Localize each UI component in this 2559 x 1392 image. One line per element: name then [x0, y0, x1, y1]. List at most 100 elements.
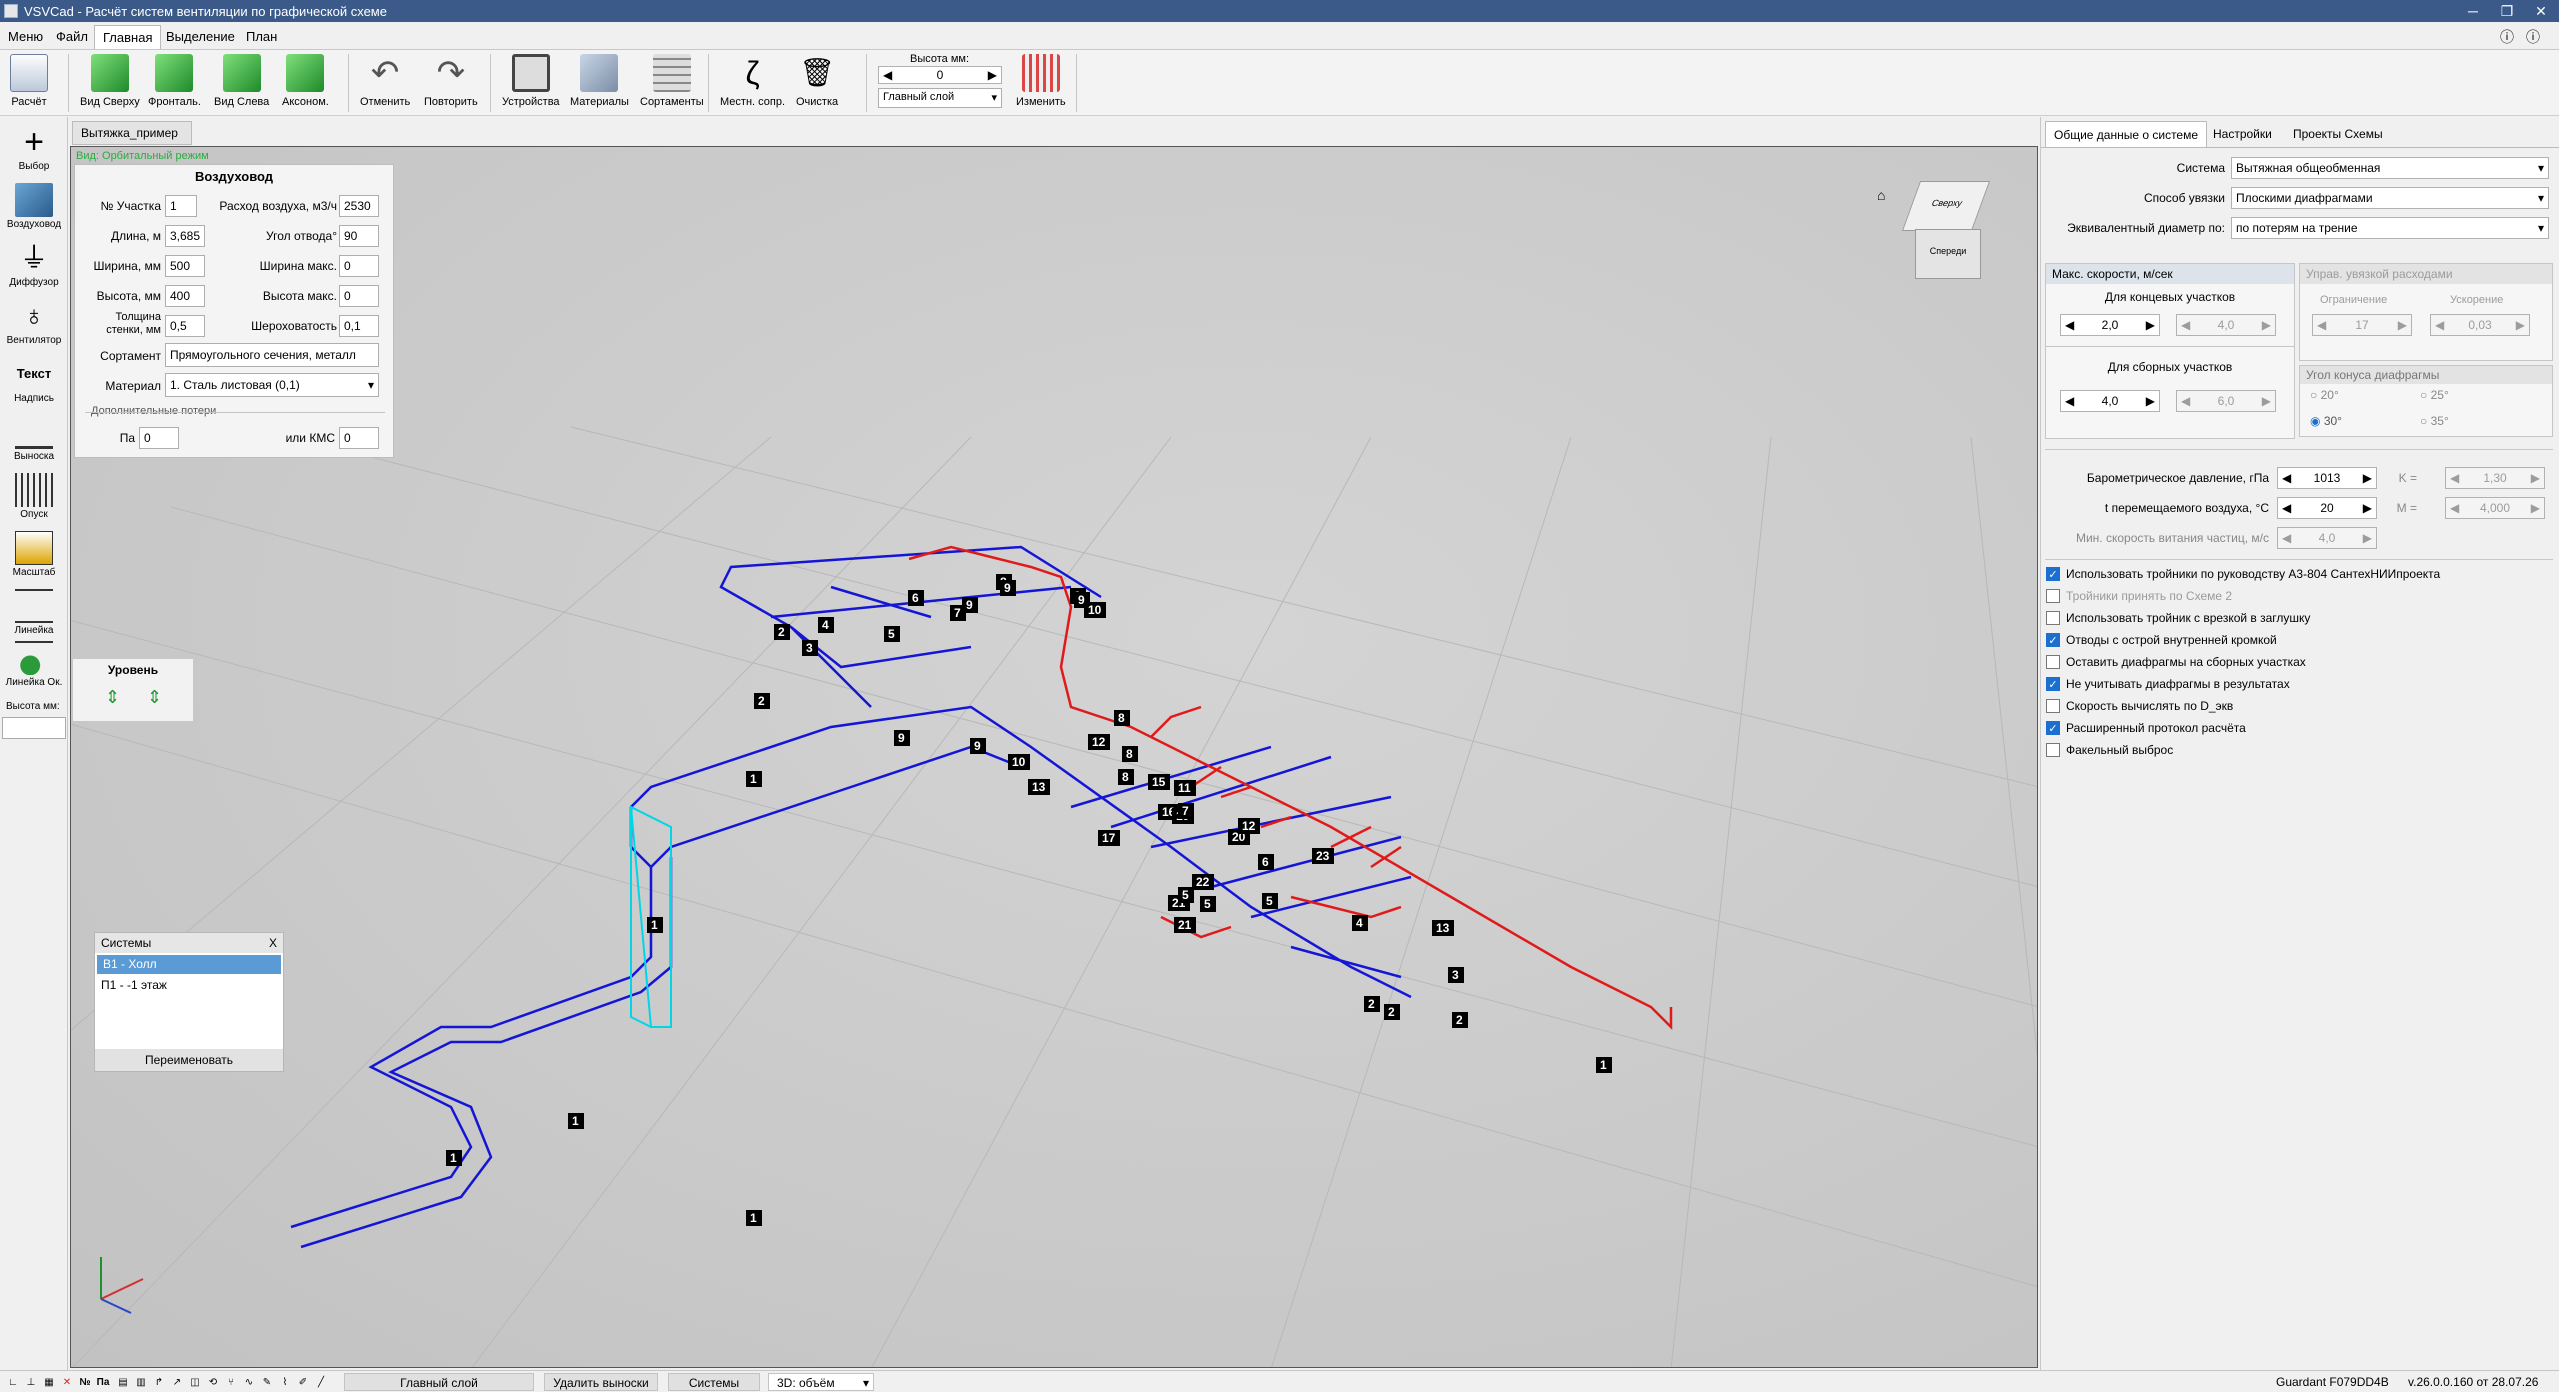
sortaments-button[interactable]: Сортаменты [640, 54, 704, 114]
home-icon[interactable]: ⌂ [1877, 187, 1895, 205]
info-icon[interactable]: ⓘ [2500, 27, 2514, 47]
baro-stepper[interactable]: ◀ 1013 ▶ [2277, 467, 2377, 489]
option-checkbox[interactable]: ✓ Использовать тройники по руководству А3… [2046, 567, 2440, 581]
height-input[interactable]: 400 [165, 285, 205, 307]
red-duct-system[interactable] [908, 545, 1673, 1031]
height-max-input[interactable]: 0 [339, 285, 379, 307]
tool-fan[interactable]: ♁ Вентилятор [0, 299, 68, 346]
tab-projects[interactable]: Проекты Схемы [2285, 121, 2391, 147]
ortho-icon[interactable]: ∟ [6, 1375, 20, 1389]
min-velocity-stepper[interactable]: ◀ 4,0 ▶ [2277, 527, 2377, 549]
delete-icon[interactable]: ✕ [60, 1375, 74, 1389]
arrow-left-icon[interactable]: ◀ [2450, 471, 2459, 485]
wall-input[interactable]: 0,5 [165, 315, 205, 337]
draw-icon[interactable]: ✎ [260, 1375, 274, 1389]
arrow-right-icon[interactable]: ▶ [2146, 318, 2155, 332]
radio-30[interactable]: ◉ 30° [2310, 414, 2342, 428]
angle-input[interactable]: 90 [339, 225, 379, 247]
arrow-left-icon[interactable]: ◀ [2065, 394, 2074, 408]
width-max-input[interactable]: 0 [339, 255, 379, 277]
section-input[interactable]: 1 [165, 195, 197, 217]
blue-duct-system[interactable] [290, 545, 1412, 1249]
kms-input[interactable]: 0 [339, 427, 379, 449]
radio-35[interactable]: ○ 35° [2420, 414, 2449, 428]
tool-drop[interactable]: Опуск [0, 473, 68, 520]
menu-item-plan[interactable]: План [240, 27, 283, 46]
tool-select[interactable]: + Выбор [0, 125, 68, 172]
checkbox-icon[interactable] [2046, 699, 2060, 713]
arrow-right-icon[interactable]: ▶ [2531, 501, 2540, 515]
arrow-left-icon[interactable]: ◀ [2065, 318, 2074, 332]
collector-speed-2[interactable]: ◀ 6,0 ▶ [2176, 390, 2276, 412]
tool-ruler-ok[interactable]: Линейка Ок. [0, 641, 68, 688]
roughness-input[interactable]: 0,1 [339, 315, 379, 337]
arrow-right-icon[interactable]: ▶ [2531, 471, 2540, 485]
arrow-left-icon[interactable]: ◀ [2181, 394, 2190, 408]
tab-settings[interactable]: Настройки [2205, 121, 2280, 147]
view-axon-button[interactable]: Аксоном. [282, 54, 329, 114]
material-select[interactable]: 1. Сталь листовая (0,1) ▾ [165, 373, 379, 397]
eq-diameter-select[interactable]: по потерям на трение ▾ [2231, 217, 2549, 239]
checkbox-icon[interactable] [2046, 743, 2060, 757]
system-item[interactable]: П1 - -1 этаж [95, 976, 283, 995]
delete-callouts-button[interactable]: Удалить выноски [544, 1373, 658, 1391]
collector-speed-1[interactable]: ◀ 4,0 ▶ [2060, 390, 2160, 412]
arrow-right-icon[interactable]: ▶ [2262, 394, 2271, 408]
tool-duct[interactable]: Воздуховод [0, 183, 68, 230]
link-method-select[interactable]: Плоскими диафрагмами ▾ [2231, 187, 2549, 209]
change-button[interactable]: Изменить [1016, 54, 1066, 114]
radio-20[interactable]: ○ 20° [2310, 388, 2339, 402]
view-cube-top[interactable]: Сверху [1901, 181, 1991, 231]
system-item[interactable]: В1 - Холл [97, 955, 281, 974]
checkmark-icon[interactable]: ✓ [2046, 633, 2060, 647]
option-checkbox[interactable]: Оставить диафрагмы на сборных участках [2046, 655, 2306, 669]
checkmark-icon[interactable]: ✓ [2046, 677, 2060, 691]
arrow-left-icon[interactable]: ◀ [2450, 501, 2459, 515]
arrow-right-icon[interactable]: ▶ [2262, 318, 2271, 332]
flow-input[interactable]: 2530 [339, 195, 379, 217]
table-icon[interactable]: ▤ [116, 1375, 130, 1389]
width-input[interactable]: 500 [165, 255, 205, 277]
accel-stepper[interactable]: ◀ 0,03 ▶ [2430, 314, 2530, 336]
document-tab[interactable]: Вытяжка_пример [72, 121, 192, 145]
arrow-left-icon[interactable]: ◀ [2181, 318, 2190, 332]
arrow-right-icon[interactable]: ▶ [988, 68, 997, 82]
grid-icon[interactable]: ▦ [42, 1375, 56, 1389]
snap-icon[interactable]: ⊥ [24, 1375, 38, 1389]
arrow-left-icon[interactable]: ◀ [2282, 471, 2291, 485]
end-speed-2[interactable]: ◀ 4,0 ▶ [2176, 314, 2276, 336]
menu-item-menu[interactable]: Меню [2, 27, 49, 46]
local-resistance-button[interactable]: ζ Местн. сопр. [720, 54, 785, 114]
option-checkbox[interactable]: ✓ Расширенный протокол расчёта [2046, 721, 2246, 735]
branch-icon[interactable]: ⑂ [224, 1375, 238, 1389]
system-select[interactable]: Вытяжная общеобменная ▾ [2231, 157, 2549, 179]
main-layer-button[interactable]: Главный слой [344, 1373, 534, 1391]
view-top-button[interactable]: Вид Сверху [80, 54, 140, 114]
rename-button[interactable]: Переименовать [95, 1049, 283, 1071]
m-stepper[interactable]: ◀ 4,000 ▶ [2445, 497, 2545, 519]
arrow-left-icon[interactable]: ◀ [2282, 531, 2291, 545]
pencil-icon[interactable]: ✐ [296, 1375, 310, 1389]
menu-item-selection[interactable]: Выделение [160, 27, 241, 46]
view-front-button[interactable]: Фронталь. [148, 54, 201, 114]
k-stepper[interactable]: ◀ 1,30 ▶ [2445, 467, 2545, 489]
curve-icon[interactable]: ∿ [242, 1375, 256, 1389]
checkmark-icon[interactable]: ✓ [2046, 567, 2060, 581]
checkmark-icon[interactable]: ✓ [2046, 721, 2060, 735]
arrow-right-icon[interactable]: ▶ [2398, 318, 2407, 332]
radio-25[interactable]: ○ 25° [2420, 388, 2449, 402]
tab-general[interactable]: Общие данные о системе [2045, 121, 2208, 147]
rotate-icon[interactable]: ⟲ [206, 1375, 220, 1389]
view-left-button[interactable]: Вид Слева [214, 54, 269, 114]
view-mode-select[interactable]: 3D: объём ▾ [768, 1373, 874, 1391]
tool-scale[interactable]: Масштаб [0, 531, 68, 578]
arrow-right-icon[interactable]: ▶ [2363, 531, 2372, 545]
arrow-icon[interactable]: ↗ [170, 1375, 184, 1389]
option-checkbox[interactable]: Использовать тройник с врезкой в заглушк… [2046, 611, 2310, 625]
arrow-right-icon[interactable]: ▶ [2363, 471, 2372, 485]
arrow-left-icon[interactable]: ◀ [2435, 318, 2444, 332]
checkbox-icon[interactable] [2046, 589, 2060, 603]
pa-icon[interactable]: Па [96, 1375, 110, 1389]
tool-diffuser[interactable]: ⏚ Диффузор [0, 241, 68, 288]
view-cube-front[interactable]: Спереди [1915, 229, 1981, 279]
